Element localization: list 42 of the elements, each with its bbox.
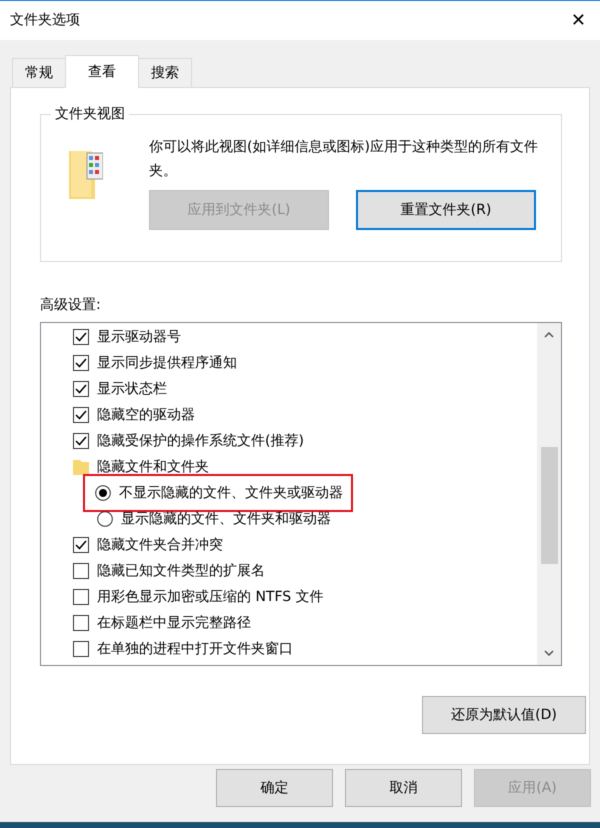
reset-folders-button[interactable]: 重置文件夹(R): [356, 190, 536, 230]
setting-label: 显示隐藏的文件、文件夹和驱动器: [121, 510, 331, 528]
setting-label: 显示状态栏: [97, 380, 167, 398]
scrollbar[interactable]: [537, 323, 561, 665]
checkbox[interactable]: [73, 589, 89, 605]
setting-label: 在单独的进程中打开文件夹窗口: [97, 640, 293, 658]
close-button[interactable]: ✕: [566, 12, 590, 30]
restore-defaults-button[interactable]: 还原为默认值(D): [422, 696, 586, 734]
setting-label: 隐藏文件和文件夹: [97, 458, 209, 476]
section-label: 高级设置:: [40, 296, 102, 315]
folder-icon: [69, 149, 103, 199]
scroll-down-icon[interactable]: [544, 650, 554, 656]
checkbox[interactable]: [73, 537, 89, 553]
checkbox[interactable]: [73, 329, 89, 345]
dialog-button[interactable]: 取消: [345, 769, 462, 807]
radio-button[interactable]: [97, 511, 113, 527]
setting-label: 隐藏受保护的操作系统文件(推荐): [97, 432, 304, 450]
checkbox[interactable]: [73, 615, 89, 631]
setting-label: 用彩色显示加密或压缩的 NTFS 文件: [97, 588, 324, 606]
radio-button[interactable]: [95, 485, 111, 501]
window-title: 文件夹选项: [10, 11, 80, 30]
setting-label: 显示驱动器号: [97, 328, 181, 346]
checkbox[interactable]: [73, 641, 89, 657]
scrollbar-thumb[interactable]: [540, 447, 558, 564]
tab[interactable]: 常规: [12, 58, 66, 87]
setting-label: 隐藏文件夹合并冲突: [97, 536, 223, 554]
checkbox[interactable]: [73, 563, 89, 579]
setting-label: 不显示隐藏的文件、文件夹或驱动器: [119, 484, 343, 502]
description-text: 你可以将此视图(如详细信息或图标)应用于这种类型的所有文件夹。: [149, 138, 539, 181]
setting-label: 在标题栏中显示完整路径: [97, 614, 251, 632]
tab[interactable]: 搜索: [138, 58, 192, 87]
setting-label: 显示同步提供程序通知: [97, 354, 237, 372]
checkbox[interactable]: [73, 381, 89, 397]
scroll-up-icon[interactable]: [544, 332, 554, 338]
checkbox[interactable]: [73, 407, 89, 423]
folder-icon: [73, 459, 89, 475]
setting-label: 隐藏已知文件类型的扩展名: [97, 562, 265, 580]
dialog-button[interactable]: 确定: [216, 769, 333, 807]
checkbox[interactable]: [73, 355, 89, 371]
tab[interactable]: 查看: [65, 55, 139, 88]
setting-label: 隐藏空的驱动器: [97, 406, 195, 424]
checkbox[interactable]: [73, 433, 89, 449]
